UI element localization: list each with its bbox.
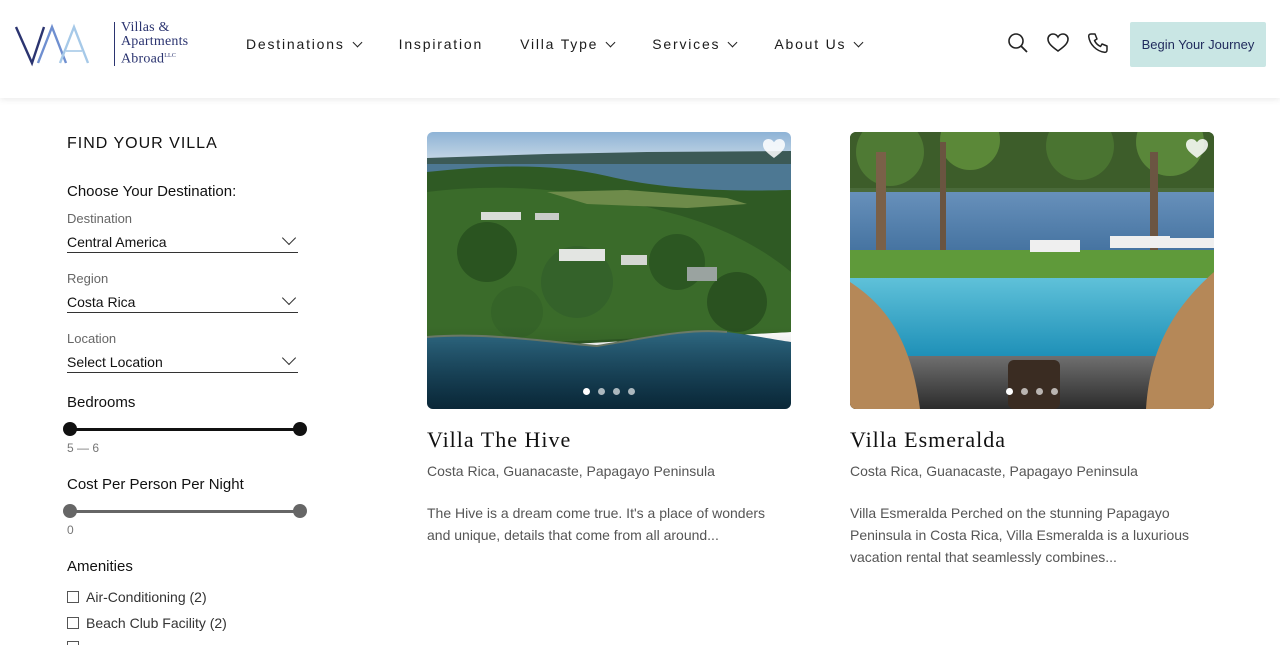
villa-name[interactable]: Villa The Hive: [427, 427, 791, 453]
search-icon[interactable]: [1005, 30, 1031, 56]
chevron-down-icon: [853, 37, 864, 47]
nav-about-us[interactable]: About Us: [774, 36, 864, 52]
carousel-dot[interactable]: [1036, 388, 1043, 395]
carousel-dot[interactable]: [1051, 388, 1058, 395]
slider-track: [69, 510, 299, 513]
cost-min-handle[interactable]: [63, 504, 77, 518]
carousel-dot[interactable]: [1006, 388, 1013, 395]
chevron-down-icon: [281, 230, 297, 245]
nav-inspiration[interactable]: Inspiration: [399, 36, 483, 52]
chevron-down-icon: [281, 290, 297, 305]
location-select[interactable]: Select Location: [67, 350, 298, 373]
villa-photo-carousel[interactable]: [850, 132, 1214, 409]
carousel-dot[interactable]: [598, 388, 605, 395]
amenity-air-conditioning[interactable]: Air-Conditioning (2): [67, 589, 207, 605]
checkbox[interactable]: [67, 591, 79, 603]
main-nav: Destinations Inspiration Villa Type Serv…: [246, 34, 864, 54]
region-field: Region Costa Rica: [67, 271, 298, 313]
amenities-label: Amenities: [67, 558, 133, 575]
filter-title: FIND YOUR VILLA: [67, 135, 218, 152]
carousel-dots: [427, 388, 791, 395]
phone-icon[interactable]: [1085, 30, 1111, 56]
cost-range-value: 0: [67, 523, 74, 537]
destination-label: Destination: [67, 211, 133, 226]
nav-services[interactable]: Services: [652, 36, 738, 52]
chevron-down-icon: [281, 350, 297, 365]
cost-label: Cost Per Person Per Night: [67, 476, 244, 493]
amenity-next[interactable]: [67, 641, 86, 645]
chevron-down-icon: [727, 37, 738, 47]
carousel-dot[interactable]: [613, 388, 620, 395]
brand-logo[interactable]: Villas & Apartments AbroadLLC: [14, 18, 204, 70]
logo-separator: [114, 22, 115, 66]
choose-destination-label: Choose Your Destination:: [67, 183, 237, 200]
destination-field: Destination Central America: [67, 211, 298, 253]
region-label: Region: [67, 271, 109, 286]
begin-journey-button[interactable]: Begin Your Journey: [1130, 22, 1266, 67]
header-actions: [1005, 30, 1111, 56]
carousel-dot[interactable]: [1021, 388, 1028, 395]
checkbox[interactable]: [67, 617, 79, 629]
bedrooms-range-slider[interactable]: [63, 422, 307, 436]
checkbox[interactable]: [67, 641, 79, 645]
favorite-heart-icon[interactable]: [1185, 138, 1209, 160]
cost-max-handle[interactable]: [293, 504, 307, 518]
villa-card: Villa Esmeralda Costa Rica, Guanacaste, …: [850, 132, 1214, 568]
villa-aerial-photo: [427, 132, 791, 409]
carousel-dots: [850, 388, 1214, 395]
villa-location: Costa Rica, Guanacaste, Papagayo Peninsu…: [850, 463, 1138, 479]
chevron-down-icon: [352, 37, 363, 47]
cost-range-slider[interactable]: [63, 504, 307, 518]
nav-destinations[interactable]: Destinations: [246, 36, 363, 52]
villa-description: Villa Esmeralda Perched on the stunning …: [850, 505, 1190, 565]
slider-track: [69, 428, 299, 431]
logo-monogram-icon: [14, 23, 90, 67]
nav-villa-type[interactable]: Villa Type: [520, 36, 616, 52]
villa-name[interactable]: Villa Esmeralda: [850, 427, 1214, 453]
villa-location: Costa Rica, Guanacaste, Papagayo Peninsu…: [427, 463, 715, 479]
carousel-dot[interactable]: [628, 388, 635, 395]
destination-select[interactable]: Central America: [67, 230, 298, 253]
villa-photo-carousel[interactable]: [427, 132, 791, 409]
villa-pool-photo: [850, 132, 1214, 409]
bedrooms-range-value: 5 — 6: [67, 441, 100, 455]
chevron-down-icon: [605, 37, 616, 47]
carousel-dot[interactable]: [583, 388, 590, 395]
bedrooms-label: Bedrooms: [67, 394, 136, 411]
amenity-beach-club[interactable]: Beach Club Facility (2): [67, 615, 227, 631]
bedrooms-min-handle[interactable]: [63, 422, 77, 436]
location-field: Location Select Location: [67, 331, 298, 373]
villa-description: The Hive is a dream come true. It's a pl…: [427, 505, 766, 543]
favorite-heart-icon[interactable]: [762, 138, 786, 160]
heart-icon[interactable]: [1045, 30, 1071, 56]
logo-wordmark: Villas & Apartments AbroadLLC: [121, 20, 189, 67]
location-label: Location: [67, 331, 117, 346]
villa-card: Villa The Hive Costa Rica, Guanacaste, P…: [427, 132, 791, 546]
site-header: Villas & Apartments AbroadLLC Destinatio…: [0, 0, 1280, 98]
region-select[interactable]: Costa Rica: [67, 290, 298, 313]
bedrooms-max-handle[interactable]: [293, 422, 307, 436]
